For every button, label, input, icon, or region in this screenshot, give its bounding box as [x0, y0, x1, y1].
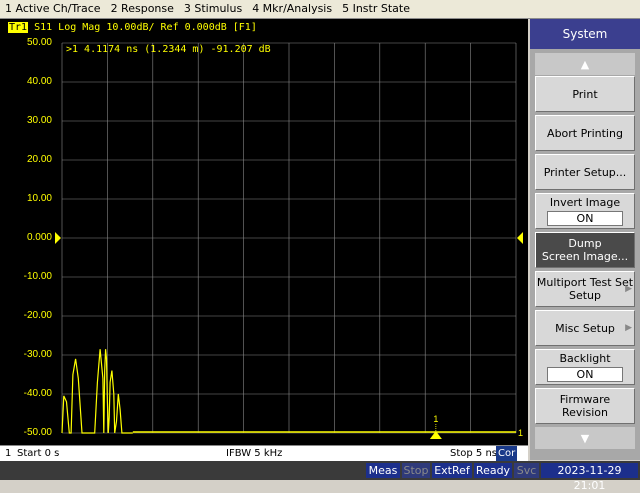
firmware-revision-button[interactable]: Firmware Revision	[535, 388, 635, 424]
y-tick-label: 0.000	[26, 232, 52, 243]
channel-status-bar: 1 Start 0 s IFBW 5 kHz Stop 5 ns Cor	[0, 445, 528, 461]
status-ready: Ready	[474, 463, 512, 478]
y-tick-label: 10.00	[26, 193, 52, 204]
invert-image-label: Invert Image	[549, 196, 621, 209]
correction-badge: Cor	[496, 446, 518, 461]
multiport-label-line2: Setup	[568, 289, 602, 302]
menu-stimulus[interactable]: 3 Stimulus	[179, 0, 247, 18]
backlight-label: Backlight	[559, 352, 611, 365]
menu-bar: 1 Active Ch/Trace 2 Response 3 Stimulus …	[0, 0, 640, 19]
invert-image-value: ON	[547, 211, 623, 226]
dump-label-line2: Screen Image...	[541, 250, 629, 263]
scroll-up-icon: ▲	[580, 57, 590, 71]
y-tick-label: 20.00	[26, 154, 52, 165]
print-label: Print	[572, 87, 598, 101]
multiport-test-set-button[interactable]: Multiport Test Set Setup ▶	[535, 271, 635, 307]
trace-header-text: S11 Log Mag 10.00dB/ Ref 0.000dB [F1]	[34, 22, 257, 33]
scroll-down-icon: ▼	[580, 431, 590, 445]
dump-screen-image-button[interactable]: Dump Screen Image...	[535, 232, 635, 268]
y-tick-label: -10.00	[23, 271, 52, 282]
abort-printing-button[interactable]: Abort Printing	[535, 115, 635, 151]
start-value[interactable]: Start 0 s	[17, 446, 59, 461]
y-tick-label: -40.00	[23, 388, 52, 399]
y-tick-label: 40.00	[26, 76, 52, 87]
status-datetime: 2023-11-29 21:01	[541, 463, 638, 492]
ref-level-right-icon	[517, 232, 523, 244]
marker-1-label: 1	[433, 414, 438, 424]
channel-number: 1	[5, 448, 12, 459]
menu-response[interactable]: 2 Response	[106, 0, 179, 18]
y-tick-label: -30.00	[23, 349, 52, 360]
abort-printing-label: Abort Printing	[547, 126, 623, 140]
misc-setup-button[interactable]: Misc Setup ▶	[535, 310, 635, 346]
plot-canvas: 11	[55, 42, 523, 439]
scroll-up-button[interactable]: ▲	[535, 53, 635, 75]
y-tick-label: 30.00	[26, 115, 52, 126]
menu-mkr-analysis[interactable]: 4 Mkr/Analysis	[247, 0, 337, 18]
submenu-arrow-icon: ▶	[625, 323, 632, 333]
y-tick-label: -50.00	[23, 427, 52, 438]
firmware-label-line1: Firmware	[559, 393, 611, 406]
ifbw-value[interactable]: IFBW 5 kHz	[226, 446, 282, 461]
y-tick-label: 50.00	[26, 37, 52, 48]
status-svc: Svc	[514, 463, 539, 478]
status-stop: Stop	[402, 463, 430, 478]
printer-setup-button[interactable]: Printer Setup...	[535, 154, 635, 190]
trace-end-label: 1	[518, 428, 523, 438]
ref-level-left-icon	[55, 232, 61, 244]
trace-header: Tr1 S11 Log Mag 10.00dB/ Ref 0.000dB [F1…	[8, 22, 257, 33]
scroll-down-button[interactable]: ▼	[535, 427, 635, 449]
backlight-value: ON	[547, 367, 623, 382]
status-meas: Meas	[366, 463, 400, 478]
printer-setup-label: Printer Setup...	[543, 165, 627, 179]
dump-label-line1: Dump	[568, 237, 602, 250]
submenu-arrow-icon: ▶	[625, 284, 632, 294]
trace-tag[interactable]: Tr1	[8, 22, 29, 33]
backlight-button[interactable]: Backlight ON	[535, 349, 635, 385]
firmware-label-line2: Revision	[562, 406, 608, 419]
invert-image-button[interactable]: Invert Image ON	[535, 193, 635, 229]
softkey-panel: System ▲ Print Abort Printing Printer Se…	[530, 19, 640, 460]
y-tick-label: -20.00	[23, 310, 52, 321]
misc-setup-label: Misc Setup	[555, 321, 615, 335]
menu-active-ch-trace[interactable]: 1 Active Ch/Trace	[0, 0, 106, 18]
multiport-label-line1: Multiport Test Set	[536, 276, 634, 289]
print-button[interactable]: Print	[535, 76, 635, 112]
stop-value[interactable]: Stop 5 ns	[450, 446, 497, 461]
menu-instr-state[interactable]: 5 Instr State	[337, 0, 415, 18]
status-extref: ExtRef	[432, 463, 472, 478]
trace-line-s11	[61, 349, 133, 434]
trace-plot[interactable]: 11 Tr1 S11 Log Mag 10.00dB/ Ref 0.000dB …	[0, 19, 528, 445]
instrument-status-bar: Meas Stop ExtRef Ready Svc 2023-11-29 21…	[0, 461, 640, 492]
marker-readout: >1 4.1174 ns (1.2344 m) -91.207 dB	[66, 44, 271, 55]
softkey-title: System	[530, 19, 640, 49]
